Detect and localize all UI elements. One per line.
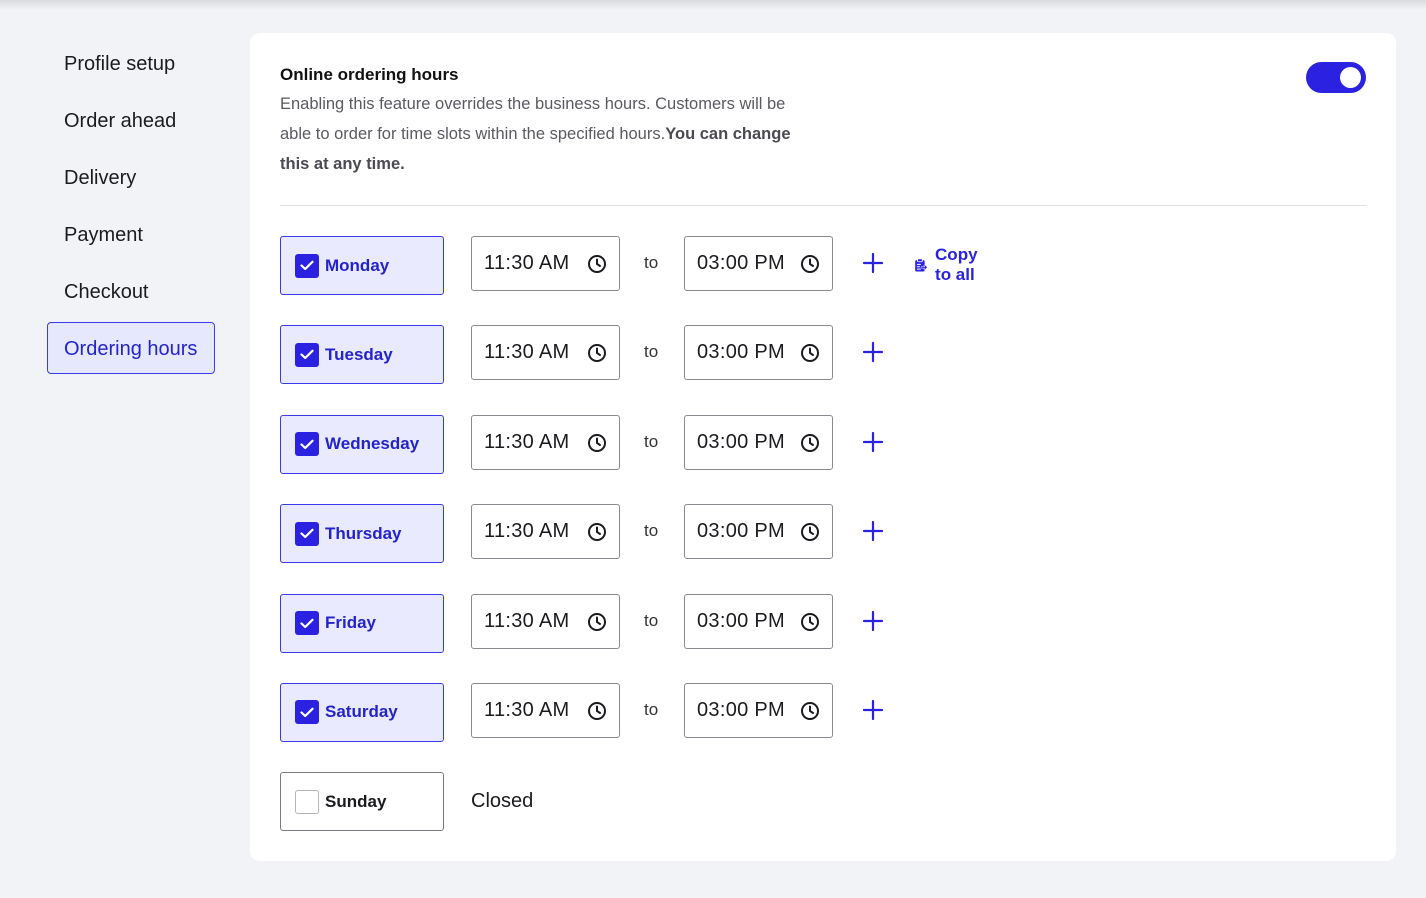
day-checkbox[interactable] xyxy=(295,432,319,457)
start-time-input[interactable]: 11:30 AM xyxy=(471,593,620,649)
clipboard-copy-icon xyxy=(915,258,928,272)
day-label: Wednesday xyxy=(325,434,420,454)
day-label: Sunday xyxy=(325,791,387,811)
to-label: to xyxy=(644,431,659,451)
end-time-value: 03:00 PM xyxy=(697,698,786,721)
closed-label: Closed xyxy=(471,790,534,813)
online-ordering-toggle[interactable] xyxy=(1306,62,1366,93)
toggle-knob xyxy=(1340,67,1361,88)
sidebar-item-checkout[interactable]: Checkout xyxy=(47,265,215,317)
clock-icon[interactable] xyxy=(587,433,607,453)
settings-sidebar: Profile setup Order ahead Delivery Payme… xyxy=(47,37,215,379)
end-time-value: 03:00 PM xyxy=(697,252,786,274)
clock-icon[interactable] xyxy=(587,254,607,274)
copy-to-all-button[interactable]: Copy to all xyxy=(914,245,987,284)
day-checkbox[interactable] xyxy=(295,521,319,546)
add-time-slot-button[interactable] xyxy=(860,429,886,455)
day-label: Thursday xyxy=(325,523,402,543)
day-checkbox[interactable] xyxy=(295,789,319,814)
add-time-slot-button[interactable] xyxy=(860,608,886,634)
start-time-value: 11:30 AM xyxy=(484,609,570,632)
start-time-value: 11:30 AM xyxy=(484,252,570,274)
day-label: Tuesday xyxy=(325,344,393,364)
add-time-slot-button[interactable] xyxy=(860,339,886,365)
add-time-slot-button[interactable] xyxy=(860,697,886,723)
divider xyxy=(280,205,1367,206)
day-checkbox[interactable] xyxy=(295,253,319,278)
start-time-value: 11:30 AM xyxy=(484,520,570,543)
clock-icon[interactable] xyxy=(587,701,607,721)
add-time-slot-button[interactable] xyxy=(860,518,886,544)
to-label: to xyxy=(644,521,659,541)
day-toggle-tuesday[interactable]: Tuesday xyxy=(280,325,444,385)
start-time-input[interactable]: 11:30 AM xyxy=(471,682,620,738)
end-time-input[interactable]: 03:00 PM xyxy=(684,504,833,560)
day-toggle-wednesday[interactable]: Wednesday xyxy=(280,414,444,474)
to-label: to xyxy=(644,699,659,719)
checkmark-icon xyxy=(300,260,314,271)
copy-to-all-label: Copy to all xyxy=(935,245,978,284)
to-label: to xyxy=(644,342,659,362)
checkmark-icon xyxy=(300,618,314,628)
day-toggle-thursday[interactable]: Thursday xyxy=(280,504,444,564)
clock-icon[interactable] xyxy=(587,343,607,363)
end-time-input[interactable]: 03:00 PM xyxy=(684,682,833,738)
checkmark-icon xyxy=(300,439,314,449)
start-time-input[interactable]: 11:30 AM xyxy=(471,325,620,381)
clock-icon[interactable] xyxy=(800,701,820,721)
clock-icon[interactable] xyxy=(800,254,820,274)
feature-description: Enabling this feature overrides the busi… xyxy=(280,89,820,179)
clock-icon[interactable] xyxy=(800,612,820,632)
clock-icon[interactable] xyxy=(587,612,607,632)
to-label: to xyxy=(644,253,659,272)
day-toggle-saturday[interactable]: Saturday xyxy=(280,682,444,742)
checkmark-icon xyxy=(300,528,314,539)
end-time-value: 03:00 PM xyxy=(697,520,786,543)
start-time-value: 11:30 AM xyxy=(484,430,570,453)
end-time-value: 03:00 PM xyxy=(697,609,786,632)
start-time-value: 11:30 AM xyxy=(484,698,570,721)
day-label: Saturday xyxy=(325,702,398,722)
day-label: Monday xyxy=(325,255,390,275)
end-time-value: 03:00 PM xyxy=(697,341,786,364)
start-time-value: 11:30 AM xyxy=(484,341,570,364)
clock-icon[interactable] xyxy=(587,522,607,542)
day-toggle-sunday[interactable]: Sunday xyxy=(280,772,444,832)
top-shadow xyxy=(0,0,1426,10)
end-time-input[interactable]: 03:00 PM xyxy=(684,325,833,381)
to-label: to xyxy=(644,610,659,630)
ordering-hours-card: Online ordering hours Enabling this feat… xyxy=(250,33,1396,861)
end-time-input[interactable]: 03:00 PM xyxy=(684,236,833,291)
start-time-input[interactable]: 11:30 AM xyxy=(471,236,620,291)
day-label: Friday xyxy=(325,613,377,633)
sidebar-item-order-ahead[interactable]: Order ahead xyxy=(47,94,215,146)
day-checkbox[interactable] xyxy=(295,611,319,636)
day-toggle-monday[interactable]: Monday xyxy=(280,236,444,295)
end-time-value: 03:00 PM xyxy=(697,430,786,453)
sidebar-item-profile-setup[interactable]: Profile setup xyxy=(47,37,215,89)
day-checkbox[interactable] xyxy=(295,342,319,367)
clock-icon[interactable] xyxy=(800,522,820,542)
add-time-slot-button[interactable] xyxy=(860,250,886,276)
day-checkbox[interactable] xyxy=(295,700,319,725)
sidebar-item-ordering-hours[interactable]: Ordering hours xyxy=(47,322,215,374)
feature-title: Online ordering hours xyxy=(280,65,459,84)
clock-icon[interactable] xyxy=(800,433,820,453)
clock-icon[interactable] xyxy=(800,343,820,363)
day-toggle-friday[interactable]: Friday xyxy=(280,593,444,653)
checkmark-icon xyxy=(300,707,314,718)
end-time-input[interactable]: 03:00 PM xyxy=(684,414,833,470)
start-time-input[interactable]: 11:30 AM xyxy=(471,414,620,470)
checkmark-icon xyxy=(300,350,314,360)
sidebar-item-payment[interactable]: Payment xyxy=(47,208,215,260)
start-time-input[interactable]: 11:30 AM xyxy=(471,504,620,560)
end-time-input[interactable]: 03:00 PM xyxy=(684,593,833,649)
sidebar-item-delivery[interactable]: Delivery xyxy=(47,151,215,203)
